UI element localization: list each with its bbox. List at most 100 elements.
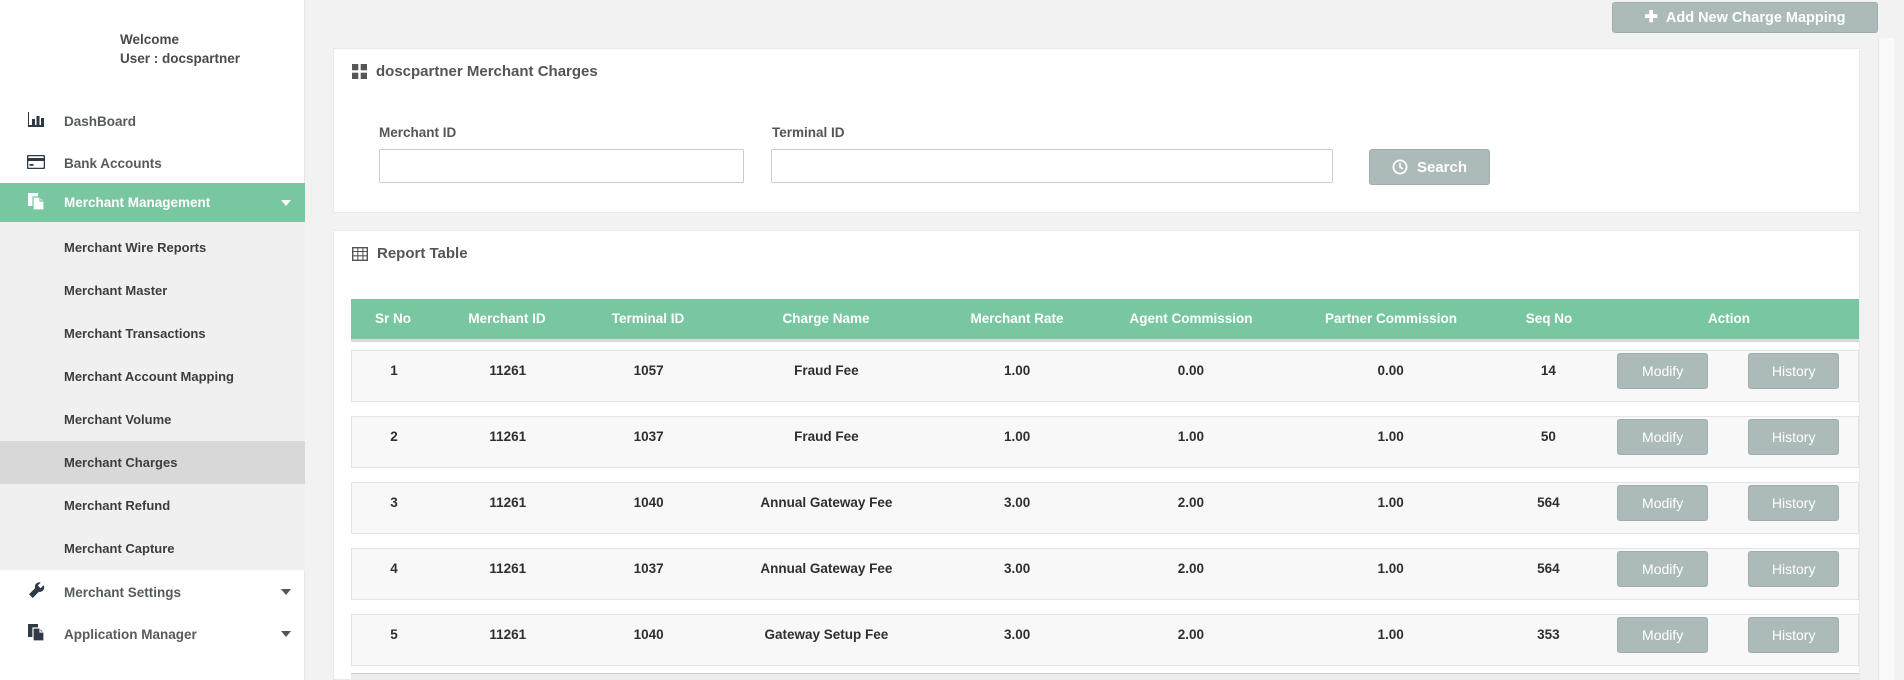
sidebar-item-merchant-capture[interactable]: Merchant Capture <box>0 527 305 570</box>
sidebar-item-label: Bank Accounts <box>64 156 162 171</box>
cell-merchant-rate: 3.00 <box>935 483 1099 521</box>
search-button-label: Search <box>1417 159 1467 176</box>
cell-partner-commission: 1.00 <box>1283 615 1499 653</box>
cell-partner-commission: 1.00 <box>1283 417 1499 455</box>
cell-terminal-id: 1037 <box>580 549 718 587</box>
report-table-title: Report Table <box>377 245 468 262</box>
cell-sr-no: 1 <box>352 351 436 389</box>
cell-sr-no: 2 <box>352 417 436 455</box>
vertical-scrollbar[interactable] <box>1878 38 1894 680</box>
page-title: doscpartner Merchant Charges <box>376 63 598 80</box>
submenu-label: Merchant Wire Reports <box>64 240 206 255</box>
sidebar-item-merchant-management[interactable]: Merchant Management <box>0 183 305 222</box>
cell-charge-name: Annual Gateway Fee <box>718 483 936 521</box>
cell-sr-no: 3 <box>352 483 436 521</box>
cell-merchant-rate: 3.00 <box>935 549 1099 587</box>
cell-merchant-id: 11261 <box>436 615 580 653</box>
modify-button[interactable]: Modify <box>1617 353 1708 389</box>
history-button[interactable]: History <box>1748 353 1839 389</box>
cell-terminal-id: 1040 <box>580 615 718 653</box>
grid-icon <box>352 64 367 79</box>
cell-charge-name: Annual Gateway Fee <box>718 549 936 587</box>
cell-merchant-rate: 1.00 <box>935 351 1099 389</box>
table-header-shadow <box>351 339 1859 342</box>
cell-action: Modify History <box>1598 417 1858 455</box>
submenu-label: Merchant Refund <box>64 498 170 513</box>
next-row-partial <box>351 673 1859 680</box>
table-header-row: Sr No Merchant ID Terminal ID Charge Nam… <box>351 299 1859 339</box>
sidebar-item-merchant-wire-reports[interactable]: Merchant Wire Reports <box>0 226 305 269</box>
column-header-partner-commission: Partner Commission <box>1283 299 1499 339</box>
sidebar-item-dashboard[interactable]: DashBoard <box>0 105 305 137</box>
sidebar-item-bank-accounts[interactable]: Bank Accounts <box>0 147 305 179</box>
merchant-id-input[interactable] <box>379 149 744 183</box>
merchant-id-label: Merchant ID <box>379 125 456 140</box>
sidebar-item-merchant-settings[interactable]: Merchant Settings <box>0 576 305 608</box>
table-row: 1 11261 1057 Fraud Fee 1.00 0.00 0.00 14… <box>351 350 1859 402</box>
column-header-merchant-id: Merchant ID <box>435 299 579 339</box>
welcome-line: Welcome <box>120 30 305 49</box>
chevron-down-icon <box>281 631 291 637</box>
column-header-charge-name: Charge Name <box>717 299 935 339</box>
column-header-agent-commission: Agent Commission <box>1099 299 1283 339</box>
sidebar-item-merchant-account-mapping[interactable]: Merchant Account Mapping <box>0 355 305 398</box>
sidebar-item-merchant-charges[interactable]: Merchant Charges <box>0 441 305 484</box>
sidebar-item-label: Merchant Management <box>64 195 210 210</box>
credit-card-icon <box>25 155 47 172</box>
chevron-down-icon <box>281 200 291 206</box>
modify-button[interactable]: Modify <box>1617 551 1708 587</box>
welcome-text: Welcome User : docspartner <box>0 30 305 68</box>
panel-title-row: doscpartner Merchant Charges <box>352 63 598 80</box>
cell-terminal-id: 1037 <box>580 417 718 455</box>
terminal-id-input[interactable] <box>771 149 1333 183</box>
cell-agent-commission: 1.00 <box>1099 417 1283 455</box>
submenu-label: Merchant Account Mapping <box>64 369 234 384</box>
bar-chart-icon <box>25 112 47 130</box>
cell-agent-commission: 2.00 <box>1099 549 1283 587</box>
app-window: Welcome User : docspartner DashBoard Ban… <box>0 0 1904 680</box>
cell-partner-commission: 0.00 <box>1283 351 1499 389</box>
history-button[interactable]: History <box>1748 419 1839 455</box>
table-row: 4 11261 1037 Annual Gateway Fee 3.00 2.0… <box>351 548 1859 600</box>
submenu-label: Merchant Charges <box>64 455 177 470</box>
cell-action: Modify History <box>1598 483 1858 521</box>
cell-partner-commission: 1.00 <box>1283 549 1499 587</box>
history-button[interactable]: History <box>1748 617 1839 653</box>
files-icon <box>25 624 47 644</box>
cell-seq-no: 14 <box>1498 351 1598 389</box>
cell-merchant-rate: 1.00 <box>935 417 1099 455</box>
sidebar-item-application-manager[interactable]: Application Manager <box>0 618 305 650</box>
sidebar-item-merchant-refund[interactable]: Merchant Refund <box>0 484 305 527</box>
cell-agent-commission: 0.00 <box>1099 351 1283 389</box>
cell-action: Modify History <box>1598 615 1858 653</box>
main-content: ✚ Add New Charge Mapping doscpartner Mer… <box>305 0 1904 680</box>
cell-sr-no: 5 <box>352 615 436 653</box>
cell-charge-name: Fraud Fee <box>718 417 936 455</box>
sidebar-item-merchant-master[interactable]: Merchant Master <box>0 269 305 312</box>
column-header-seq-no: Seq No <box>1499 299 1599 339</box>
cell-merchant-id: 11261 <box>436 549 580 587</box>
modify-button[interactable]: Modify <box>1617 419 1708 455</box>
files-icon <box>25 193 47 213</box>
sidebar-item-merchant-transactions[interactable]: Merchant Transactions <box>0 312 305 355</box>
submenu-label: Merchant Capture <box>64 541 175 556</box>
search-button[interactable]: Search <box>1369 149 1490 185</box>
cell-merchant-id: 11261 <box>436 351 580 389</box>
wrench-icon <box>25 582 47 602</box>
cell-seq-no: 564 <box>1498 549 1598 587</box>
column-header-merchant-rate: Merchant Rate <box>935 299 1099 339</box>
table-row: 3 11261 1040 Annual Gateway Fee 3.00 2.0… <box>351 482 1859 534</box>
add-new-charge-mapping-button[interactable]: ✚ Add New Charge Mapping <box>1612 2 1878 33</box>
merchant-charges-panel: doscpartner Merchant Charges Merchant ID… <box>333 48 1860 213</box>
history-button[interactable]: History <box>1748 551 1839 587</box>
modify-button[interactable]: Modify <box>1617 485 1708 521</box>
cell-seq-no: 353 <box>1498 615 1598 653</box>
sidebar-item-merchant-volume[interactable]: Merchant Volume <box>0 398 305 441</box>
cell-action: Modify History <box>1598 351 1858 389</box>
chevron-down-icon <box>281 589 291 595</box>
sidebar-item-label: Merchant Settings <box>64 585 181 600</box>
plus-icon: ✚ <box>1644 10 1657 26</box>
panel-title-row: Report Table <box>352 245 468 262</box>
history-button[interactable]: History <box>1748 485 1839 521</box>
modify-button[interactable]: Modify <box>1617 617 1708 653</box>
